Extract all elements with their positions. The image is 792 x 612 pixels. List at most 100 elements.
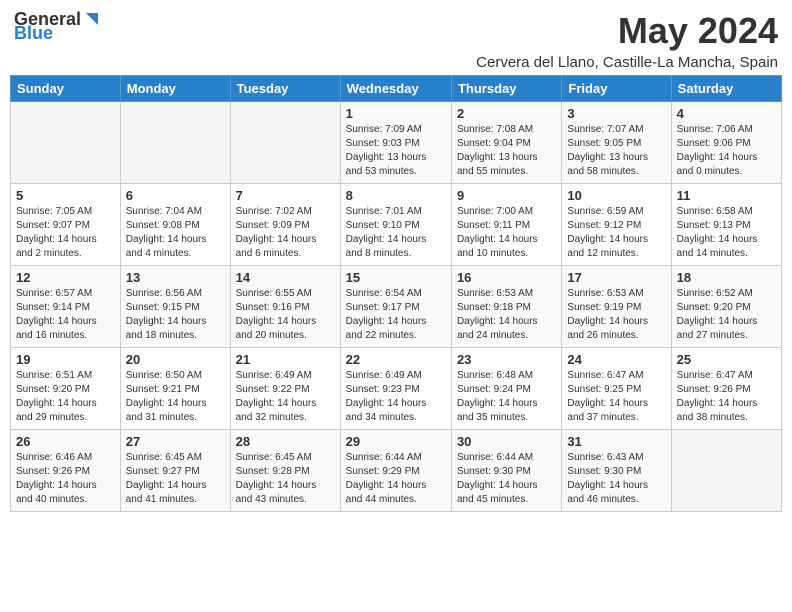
calendar-day-cell: 7 Sunrise: 7:02 AM Sunset: 9:09 PM Daylig…: [230, 184, 340, 266]
calendar-day-cell: 13 Sunrise: 6:56 AM Sunset: 9:15 PM Dayli…: [120, 266, 230, 348]
day-of-week-header: Wednesday: [340, 76, 451, 102]
day-number: 31: [567, 434, 665, 449]
day-number: 27: [126, 434, 225, 449]
calendar-day-cell: 6 Sunrise: 7:04 AM Sunset: 9:08 PM Daylig…: [120, 184, 230, 266]
calendar-day-cell: 12 Sunrise: 6:57 AM Sunset: 9:14 PM Dayli…: [11, 266, 121, 348]
calendar-day-cell: 24 Sunrise: 6:47 AM Sunset: 9:25 PM Dayli…: [562, 348, 671, 430]
day-number: 15: [346, 270, 446, 285]
calendar-day-cell: 10 Sunrise: 6:59 AM Sunset: 9:12 PM Dayli…: [562, 184, 671, 266]
calendar-day-cell: [671, 430, 781, 512]
logo: General Blue: [14, 10, 98, 42]
calendar-week-row: 19Sunrise: 6:51 AM Sunset: 9:20 PM Dayli…: [11, 348, 782, 430]
calendar-day-cell: [230, 102, 340, 184]
day-of-week-header: Thursday: [451, 76, 561, 102]
day-number: 4: [677, 106, 776, 121]
day-number: 18: [677, 270, 776, 285]
day-info-text: Sunrise: 6:55 AM Sunset: 9:16 PM Dayligh…: [236, 287, 335, 343]
calendar-day-cell: 17Sunrise: 6:53 AM Sunset: 9:19 PM Dayli…: [562, 266, 671, 348]
day-info-text: Sunrise: 6:46 AM Sunset: 9:26 PM Dayligh…: [16, 451, 115, 507]
calendar-day-cell: 26 Sunrise: 6:46 AM Sunset: 9:26 PM Dayli…: [11, 430, 121, 512]
calendar-day-cell: 28 Sunrise: 6:45 AM Sunset: 9:28 PM Dayli…: [230, 430, 340, 512]
day-number: 12: [16, 270, 115, 285]
logo-triangle-icon: [82, 11, 98, 27]
day-info-text: Sunrise: 6:56 AM Sunset: 9:15 PM Dayligh…: [126, 287, 225, 343]
day-info-text: Sunrise: 6:44 AM Sunset: 9:29 PM Dayligh…: [346, 451, 446, 507]
calendar-day-cell: 1Sunrise: 7:09 AM Sunset: 9:03 PM Daylig…: [340, 102, 451, 184]
day-number: 22: [346, 352, 446, 367]
calendar-day-cell: 4 Sunrise: 7:06 AM Sunset: 9:06 PM Daylig…: [671, 102, 781, 184]
day-info-text: Sunrise: 7:08 AM Sunset: 9:04 PM Dayligh…: [457, 123, 556, 179]
day-number: 2: [457, 106, 556, 121]
month-year-title: May 2024: [476, 10, 778, 52]
day-number: 29: [346, 434, 446, 449]
calendar-day-cell: 21 Sunrise: 6:49 AM Sunset: 9:22 PM Dayli…: [230, 348, 340, 430]
calendar-day-cell: 19Sunrise: 6:51 AM Sunset: 9:20 PM Dayli…: [11, 348, 121, 430]
calendar-day-cell: 9 Sunrise: 7:00 AM Sunset: 9:11 PM Daylig…: [451, 184, 561, 266]
day-info-text: Sunrise: 7:06 AM Sunset: 9:06 PM Dayligh…: [677, 123, 776, 179]
day-number: 28: [236, 434, 335, 449]
day-info-text: Sunrise: 6:49 AM Sunset: 9:22 PM Dayligh…: [236, 369, 335, 425]
day-info-text: Sunrise: 6:59 AM Sunset: 9:12 PM Dayligh…: [567, 205, 665, 261]
day-info-text: Sunrise: 6:53 AM Sunset: 9:18 PM Dayligh…: [457, 287, 556, 343]
page-header: General Blue May 2024 Cervera del Llano,…: [10, 10, 782, 71]
day-info-text: Sunrise: 6:47 AM Sunset: 9:26 PM Dayligh…: [677, 369, 776, 425]
calendar-day-cell: [120, 102, 230, 184]
calendar-day-cell: 3 Sunrise: 7:07 AM Sunset: 9:05 PM Daylig…: [562, 102, 671, 184]
day-number: 3: [567, 106, 665, 121]
day-info-text: Sunrise: 6:57 AM Sunset: 9:14 PM Dayligh…: [16, 287, 115, 343]
day-of-week-header: Tuesday: [230, 76, 340, 102]
day-info-text: Sunrise: 7:02 AM Sunset: 9:09 PM Dayligh…: [236, 205, 335, 261]
day-number: 6: [126, 188, 225, 203]
day-number: 13: [126, 270, 225, 285]
day-number: 9: [457, 188, 556, 203]
day-number: 21: [236, 352, 335, 367]
day-info-text: Sunrise: 6:45 AM Sunset: 9:28 PM Dayligh…: [236, 451, 335, 507]
day-of-week-header: Sunday: [11, 76, 121, 102]
day-number: 7: [236, 188, 335, 203]
day-info-text: Sunrise: 7:01 AM Sunset: 9:10 PM Dayligh…: [346, 205, 446, 261]
day-info-text: Sunrise: 6:43 AM Sunset: 9:30 PM Dayligh…: [567, 451, 665, 507]
calendar-day-cell: 2 Sunrise: 7:08 AM Sunset: 9:04 PM Daylig…: [451, 102, 561, 184]
calendar-day-cell: [11, 102, 121, 184]
calendar-header-row: SundayMondayTuesdayWednesdayThursdayFrid…: [11, 76, 782, 102]
day-info-text: Sunrise: 6:50 AM Sunset: 9:21 PM Dayligh…: [126, 369, 225, 425]
calendar-day-cell: 16Sunrise: 6:53 AM Sunset: 9:18 PM Dayli…: [451, 266, 561, 348]
calendar-day-cell: 20 Sunrise: 6:50 AM Sunset: 9:21 PM Dayli…: [120, 348, 230, 430]
day-number: 5: [16, 188, 115, 203]
day-info-text: Sunrise: 7:07 AM Sunset: 9:05 PM Dayligh…: [567, 123, 665, 179]
day-info-text: Sunrise: 6:45 AM Sunset: 9:27 PM Dayligh…: [126, 451, 225, 507]
calendar-day-cell: 27 Sunrise: 6:45 AM Sunset: 9:27 PM Dayli…: [120, 430, 230, 512]
day-number: 8: [346, 188, 446, 203]
logo-blue-text: Blue: [14, 24, 53, 42]
day-number: 10: [567, 188, 665, 203]
calendar-day-cell: 25Sunrise: 6:47 AM Sunset: 9:26 PM Dayli…: [671, 348, 781, 430]
day-info-text: Sunrise: 7:09 AM Sunset: 9:03 PM Dayligh…: [346, 123, 446, 179]
calendar-day-cell: 22 Sunrise: 6:49 AM Sunset: 9:23 PM Dayli…: [340, 348, 451, 430]
calendar-day-cell: 29 Sunrise: 6:44 AM Sunset: 9:29 PM Dayli…: [340, 430, 451, 512]
day-info-text: Sunrise: 6:44 AM Sunset: 9:30 PM Dayligh…: [457, 451, 556, 507]
day-info-text: Sunrise: 7:00 AM Sunset: 9:11 PM Dayligh…: [457, 205, 556, 261]
calendar-day-cell: 23Sunrise: 6:48 AM Sunset: 9:24 PM Dayli…: [451, 348, 561, 430]
day-of-week-header: Friday: [562, 76, 671, 102]
calendar-day-cell: 15Sunrise: 6:54 AM Sunset: 9:17 PM Dayli…: [340, 266, 451, 348]
calendar-day-cell: 11Sunrise: 6:58 AM Sunset: 9:13 PM Dayli…: [671, 184, 781, 266]
day-number: 24: [567, 352, 665, 367]
calendar-week-row: 12 Sunrise: 6:57 AM Sunset: 9:14 PM Dayli…: [11, 266, 782, 348]
calendar-week-row: 26 Sunrise: 6:46 AM Sunset: 9:26 PM Dayli…: [11, 430, 782, 512]
day-number: 14: [236, 270, 335, 285]
day-number: 11: [677, 188, 776, 203]
day-info-text: Sunrise: 6:47 AM Sunset: 9:25 PM Dayligh…: [567, 369, 665, 425]
day-info-text: Sunrise: 6:49 AM Sunset: 9:23 PM Dayligh…: [346, 369, 446, 425]
day-number: 20: [126, 352, 225, 367]
calendar-week-row: 5Sunrise: 7:05 AM Sunset: 9:07 PM Daylig…: [11, 184, 782, 266]
day-info-text: Sunrise: 7:04 AM Sunset: 9:08 PM Dayligh…: [126, 205, 225, 261]
day-number: 26: [16, 434, 115, 449]
calendar-table: SundayMondayTuesdayWednesdayThursdayFrid…: [10, 75, 782, 512]
calendar-day-cell: 8 Sunrise: 7:01 AM Sunset: 9:10 PM Daylig…: [340, 184, 451, 266]
calendar-day-cell: 30Sunrise: 6:44 AM Sunset: 9:30 PM Dayli…: [451, 430, 561, 512]
calendar-week-row: 1Sunrise: 7:09 AM Sunset: 9:03 PM Daylig…: [11, 102, 782, 184]
calendar-day-cell: 31 Sunrise: 6:43 AM Sunset: 9:30 PM Dayli…: [562, 430, 671, 512]
title-block: May 2024 Cervera del Llano, Castille-La …: [476, 10, 778, 71]
calendar-day-cell: 14 Sunrise: 6:55 AM Sunset: 9:16 PM Dayli…: [230, 266, 340, 348]
calendar-day-cell: 5Sunrise: 7:05 AM Sunset: 9:07 PM Daylig…: [11, 184, 121, 266]
